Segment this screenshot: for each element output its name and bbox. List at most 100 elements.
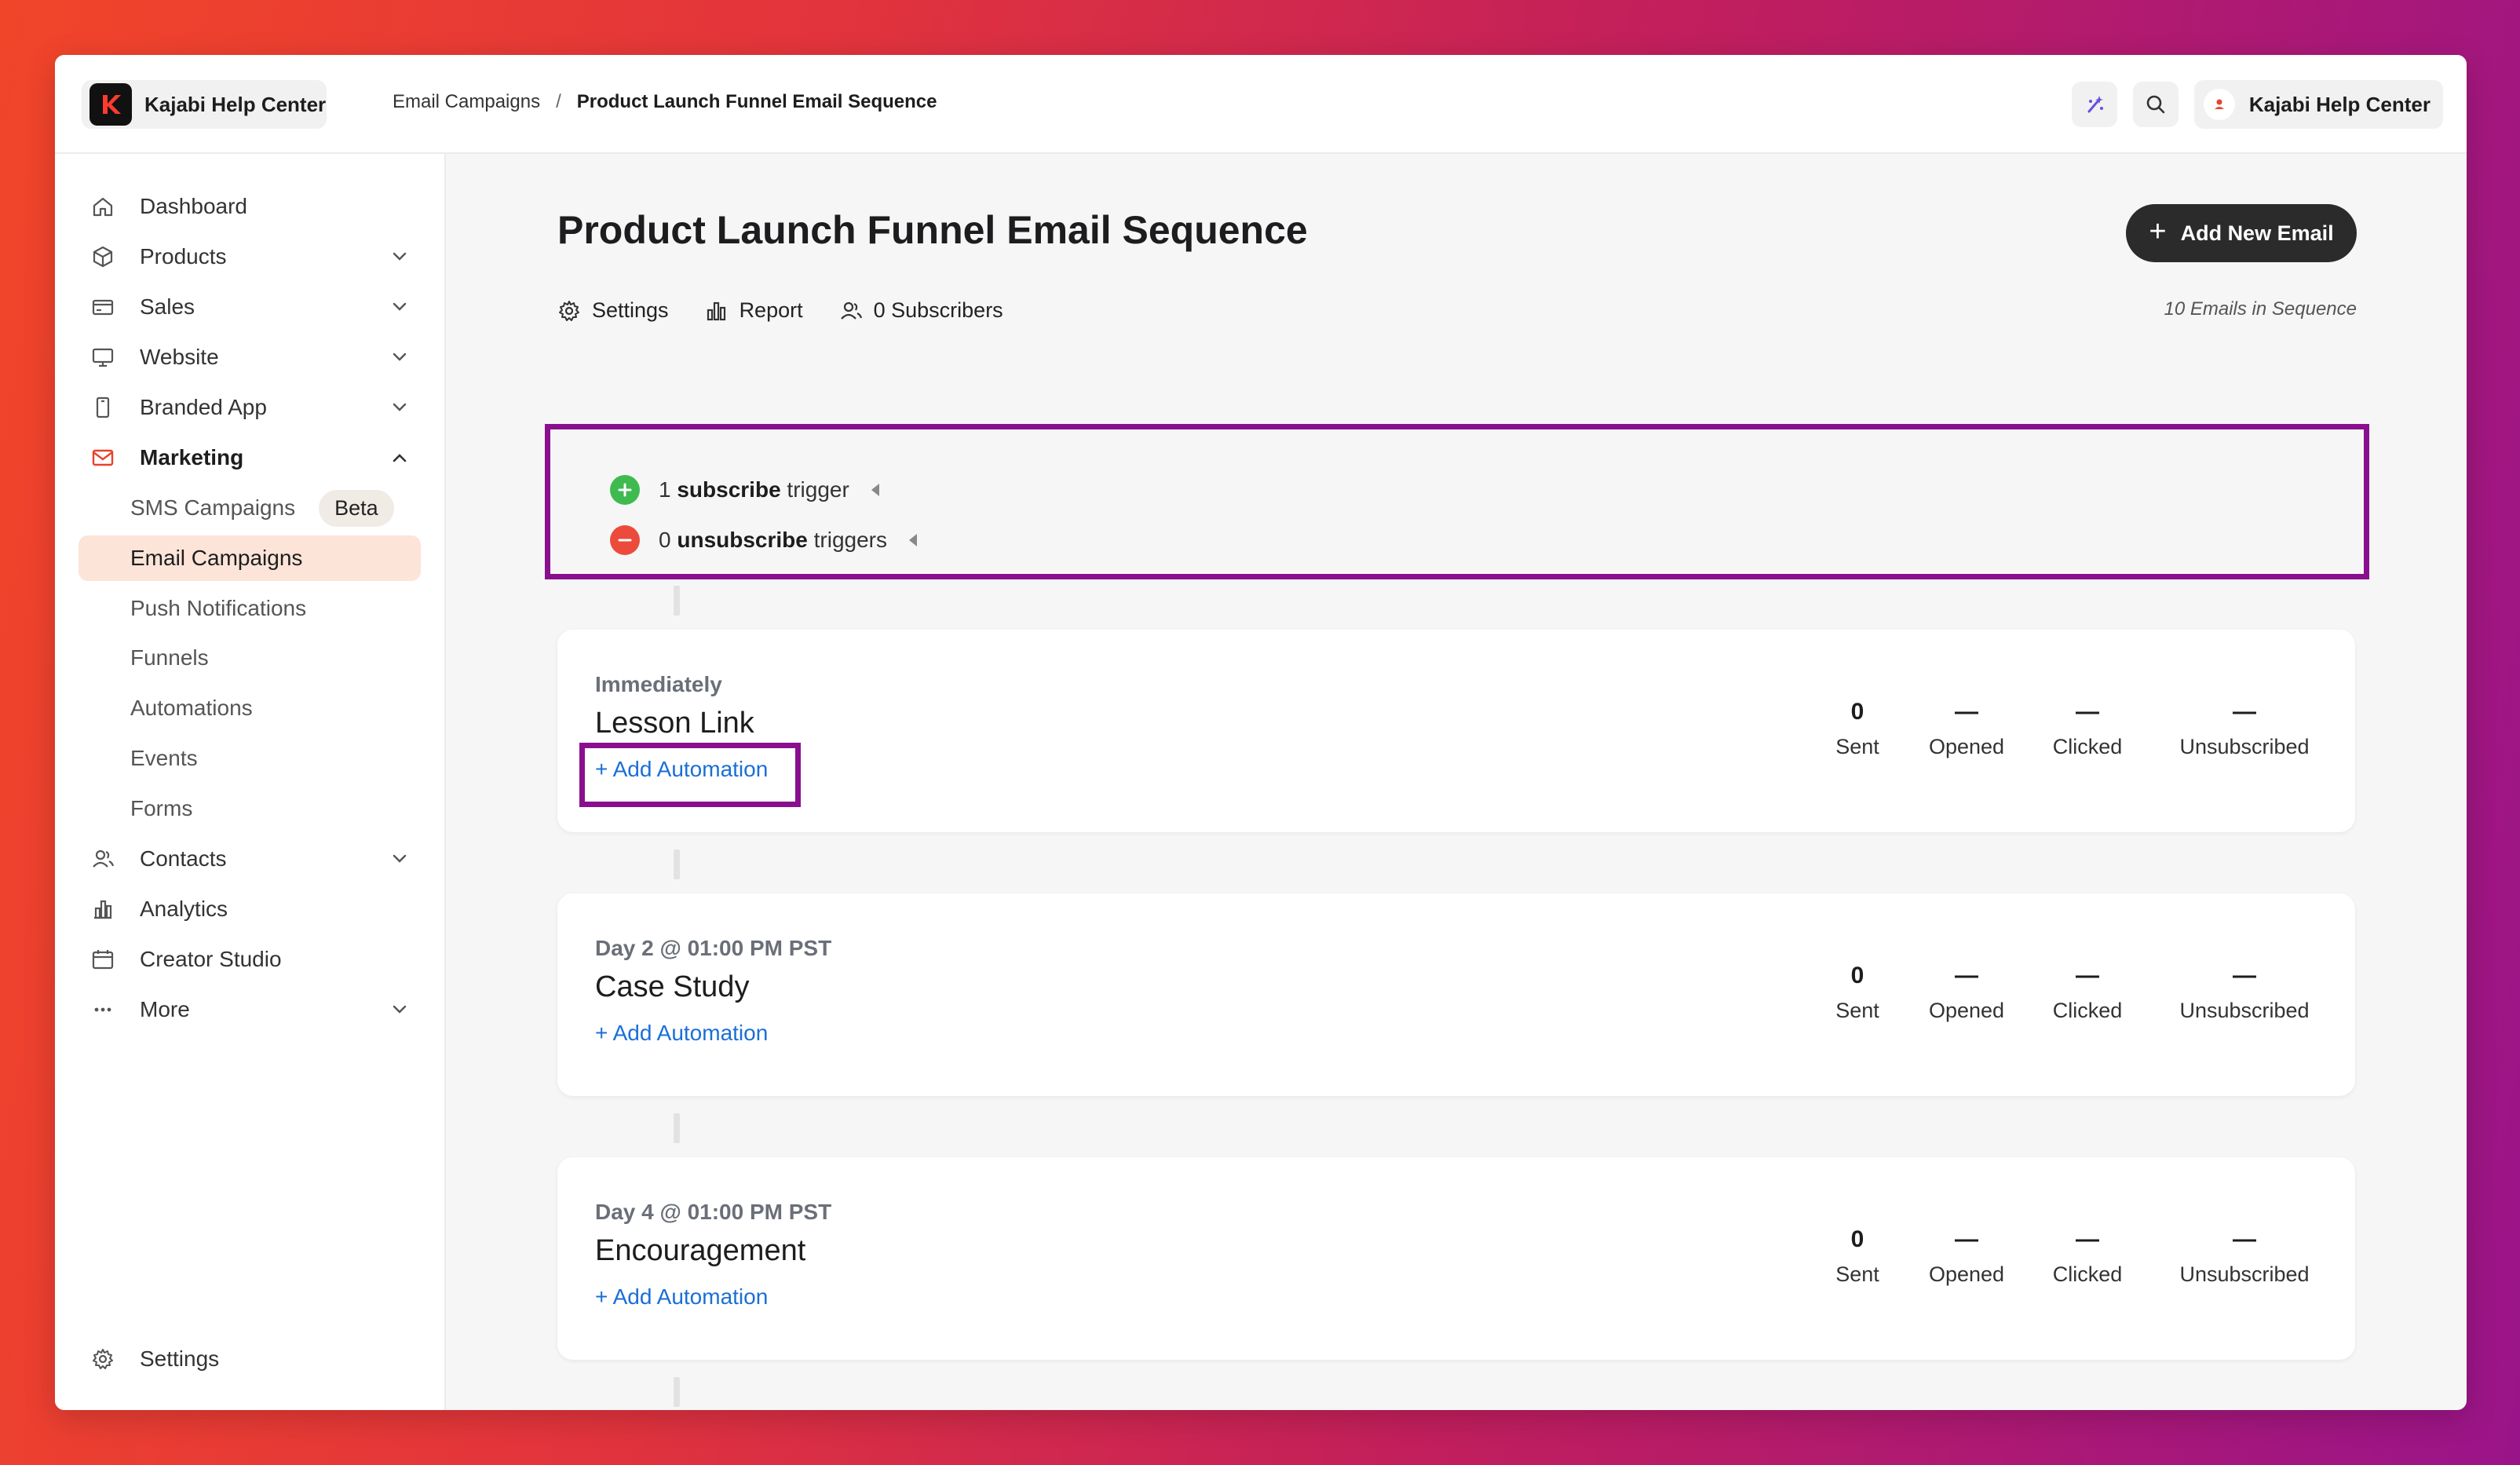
sidebar-subitem-automations[interactable]: Automations: [79, 685, 421, 731]
stat-label: Clicked: [2052, 735, 2123, 758]
sidebar-item-dashboard[interactable]: Dashboard: [79, 184, 421, 229]
stat-unsubscribed: — Unsubscribed: [2170, 1226, 2319, 1287]
sidebar-subitem-funnels[interactable]: Funnels: [79, 635, 421, 681]
sidebar-item-settings[interactable]: Settings: [79, 1336, 421, 1382]
sidebar-item-label: Contacts: [140, 846, 227, 871]
stat-opened: — Opened: [1916, 1226, 2018, 1287]
breadcrumb-parent-link[interactable]: Email Campaigns: [393, 91, 540, 113]
bar-chart-icon: [89, 896, 116, 922]
tab-subscribers-label: 0 Subscribers: [873, 298, 1003, 322]
stat-label: Clicked: [2052, 999, 2123, 1022]
stat-value: —: [2233, 963, 2256, 988]
top-right-actions: Kajabi Help Center: [2071, 80, 2443, 129]
stat-value: —: [1955, 1226, 1978, 1252]
sequence-tabs: Settings Report 0 Subscribers: [557, 298, 1039, 323]
sidebar-item-label: Marketing: [140, 445, 244, 469]
email-card[interactable]: Immediately Lesson Link + Add Automation…: [557, 630, 2355, 832]
sidebar-item-analytics[interactable]: Analytics: [79, 886, 421, 932]
stat-sent: 0 Sent: [1810, 963, 1905, 1023]
sidebar-subitem-label: Funnels: [130, 645, 209, 670]
tab-settings[interactable]: Settings: [557, 298, 669, 323]
sidebar-item-label: Dashboard: [140, 194, 247, 218]
ai-assistant-button[interactable]: [2071, 82, 2117, 127]
sidebar-subitem-label: Push Notifications: [130, 596, 307, 620]
sidebar-subitem-email-campaigns[interactable]: Email Campaigns: [79, 535, 421, 581]
email-timing: Day 4 @ 01:00 PM PST: [595, 1200, 832, 1224]
sidebar: Dashboard Products Sales Website Branded…: [55, 154, 446, 1410]
sidebar-subitem-sms-campaigns[interactable]: SMS Campaigns Beta: [79, 485, 421, 531]
stat-label: Clicked: [2052, 1262, 2123, 1286]
search-button[interactable]: [2132, 82, 2179, 127]
subscribe-trigger-keyword: subscribe: [677, 477, 781, 502]
tab-report-label: Report: [739, 298, 803, 322]
sidebar-item-more[interactable]: More: [79, 987, 421, 1032]
sidebar-item-creator-studio[interactable]: Creator Studio: [79, 937, 421, 982]
sidebar-item-sales[interactable]: Sales: [79, 284, 421, 330]
sidebar-subitem-label: Email Campaigns: [130, 546, 303, 570]
stat-label: Sent: [1835, 735, 1879, 758]
email-name[interactable]: Lesson Link: [595, 707, 754, 740]
main-content: Product Launch Funnel Email Sequence + A…: [447, 154, 2467, 1410]
sidebar-item-label: Analytics: [140, 897, 228, 921]
sidebar-item-marketing[interactable]: Marketing: [79, 435, 421, 480]
brand-switcher[interactable]: Kajabi Help Center: [82, 80, 327, 129]
sidebar-item-contacts[interactable]: Contacts: [79, 836, 421, 882]
mail-icon: [89, 444, 116, 471]
sidebar-item-label: Sales: [140, 294, 195, 319]
tab-report[interactable]: Report: [705, 298, 803, 323]
sidebar-item-label: Settings: [140, 1346, 220, 1371]
sidebar-subitem-label: SMS Campaigns: [130, 495, 296, 520]
credit-card-icon: [89, 294, 116, 320]
email-card[interactable]: Day 2 @ 01:00 PM PST Case Study + Add Au…: [557, 893, 2355, 1096]
sequence-connector: [674, 849, 680, 879]
chevron-up-icon[interactable]: [389, 448, 410, 468]
stat-value: —: [2233, 1226, 2256, 1252]
chevron-down-icon[interactable]: [389, 397, 410, 418]
sidebar-item-label: Branded App: [140, 395, 267, 419]
sidebar-subitem-events[interactable]: Events: [79, 736, 421, 781]
plus-circle-icon: [610, 475, 640, 505]
account-menu-button[interactable]: Kajabi Help Center: [2193, 80, 2443, 129]
stat-opened: — Opened: [1916, 699, 2018, 759]
sequence-connector: [674, 586, 680, 616]
add-automation-link[interactable]: + Add Automation: [595, 1021, 768, 1046]
subscribe-trigger-toggle[interactable]: 1 subscribe trigger: [610, 475, 879, 505]
stat-value: —: [2076, 963, 2099, 988]
unsubscribe-trigger-toggle[interactable]: 0 unsubscribe triggers: [610, 525, 917, 555]
stat-value: —: [1955, 963, 1978, 988]
add-automation-link[interactable]: + Add Automation: [595, 757, 768, 782]
stat-label: Sent: [1835, 1262, 1879, 1286]
sidebar-subitem-label: Automations: [130, 696, 253, 720]
sidebar-item-label: Creator Studio: [140, 947, 282, 971]
stat-label: Opened: [1928, 735, 2005, 758]
email-name[interactable]: Encouragement: [595, 1234, 805, 1268]
stat-label: Unsubscribed: [2179, 735, 2310, 758]
stat-clicked: — Clicked: [2036, 963, 2138, 1023]
sidebar-item-label: More: [140, 997, 190, 1021]
sidebar-item-products[interactable]: Products: [79, 234, 421, 279]
chevron-down-icon[interactable]: [389, 999, 410, 1020]
stat-clicked: — Clicked: [2036, 699, 2138, 759]
app-window: Kajabi Help Center Email Campaigns / Pro…: [55, 55, 2467, 1410]
chevron-down-icon[interactable]: [389, 247, 410, 267]
add-automation-link[interactable]: + Add Automation: [595, 1284, 768, 1310]
kajabi-logo-icon: [89, 83, 132, 126]
stat-label: Opened: [1928, 999, 2005, 1022]
chevron-down-icon[interactable]: [389, 347, 410, 367]
sparkle-icon: [2087, 96, 2103, 113]
add-new-email-button[interactable]: + Add New Email: [2126, 204, 2357, 262]
sequence-count: 10 Emails in Sequence: [2164, 298, 2357, 320]
chevron-down-icon[interactable]: [389, 849, 410, 869]
sidebar-subitem-push-notifications[interactable]: Push Notifications: [79, 586, 421, 631]
email-card[interactable]: Day 4 @ 01:00 PM PST Encouragement + Add…: [557, 1157, 2355, 1360]
stat-sent: 0 Sent: [1810, 699, 1905, 759]
beta-badge: Beta: [319, 489, 394, 527]
monitor-icon: [89, 344, 116, 371]
sidebar-subitem-forms[interactable]: Forms: [79, 786, 421, 831]
tab-subscribers[interactable]: 0 Subscribers: [839, 298, 1003, 323]
chevron-down-icon[interactable]: [389, 297, 410, 317]
sidebar-item-website[interactable]: Website: [79, 334, 421, 380]
sidebar-item-branded-app[interactable]: Branded App: [79, 385, 421, 430]
caret-left-icon: [871, 484, 879, 496]
email-name[interactable]: Case Study: [595, 970, 749, 1004]
